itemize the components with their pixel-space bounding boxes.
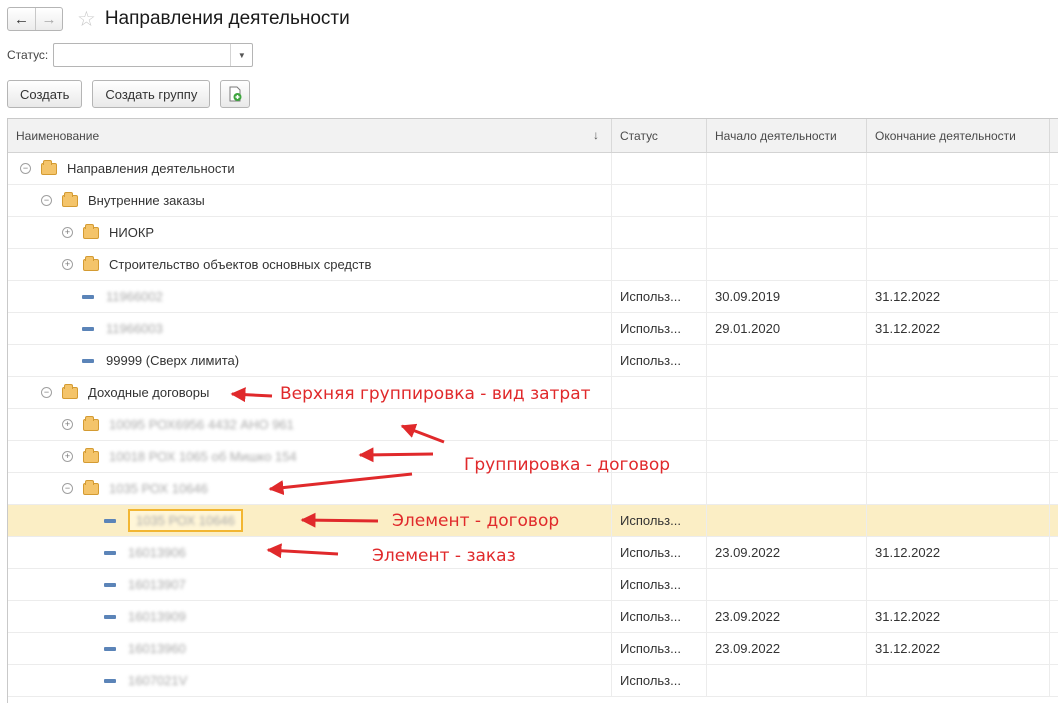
arrow-element-contract [300, 512, 379, 528]
annotation-element-contract: Элемент - договор [392, 511, 560, 531]
arrow-element-order [266, 543, 339, 559]
annotation-arrows [230, 387, 445, 559]
annotation-group-contract: Группировка - договор [464, 455, 671, 475]
arrow-group-3 [268, 472, 413, 496]
arrow-group-2 [358, 447, 434, 463]
arrow-top-group [230, 387, 273, 403]
annotation-top-group: Верхняя группировка - вид затрат [280, 384, 591, 404]
arrow-group-1 [400, 423, 445, 444]
annotation-element-order: Элемент - заказ [372, 546, 516, 566]
